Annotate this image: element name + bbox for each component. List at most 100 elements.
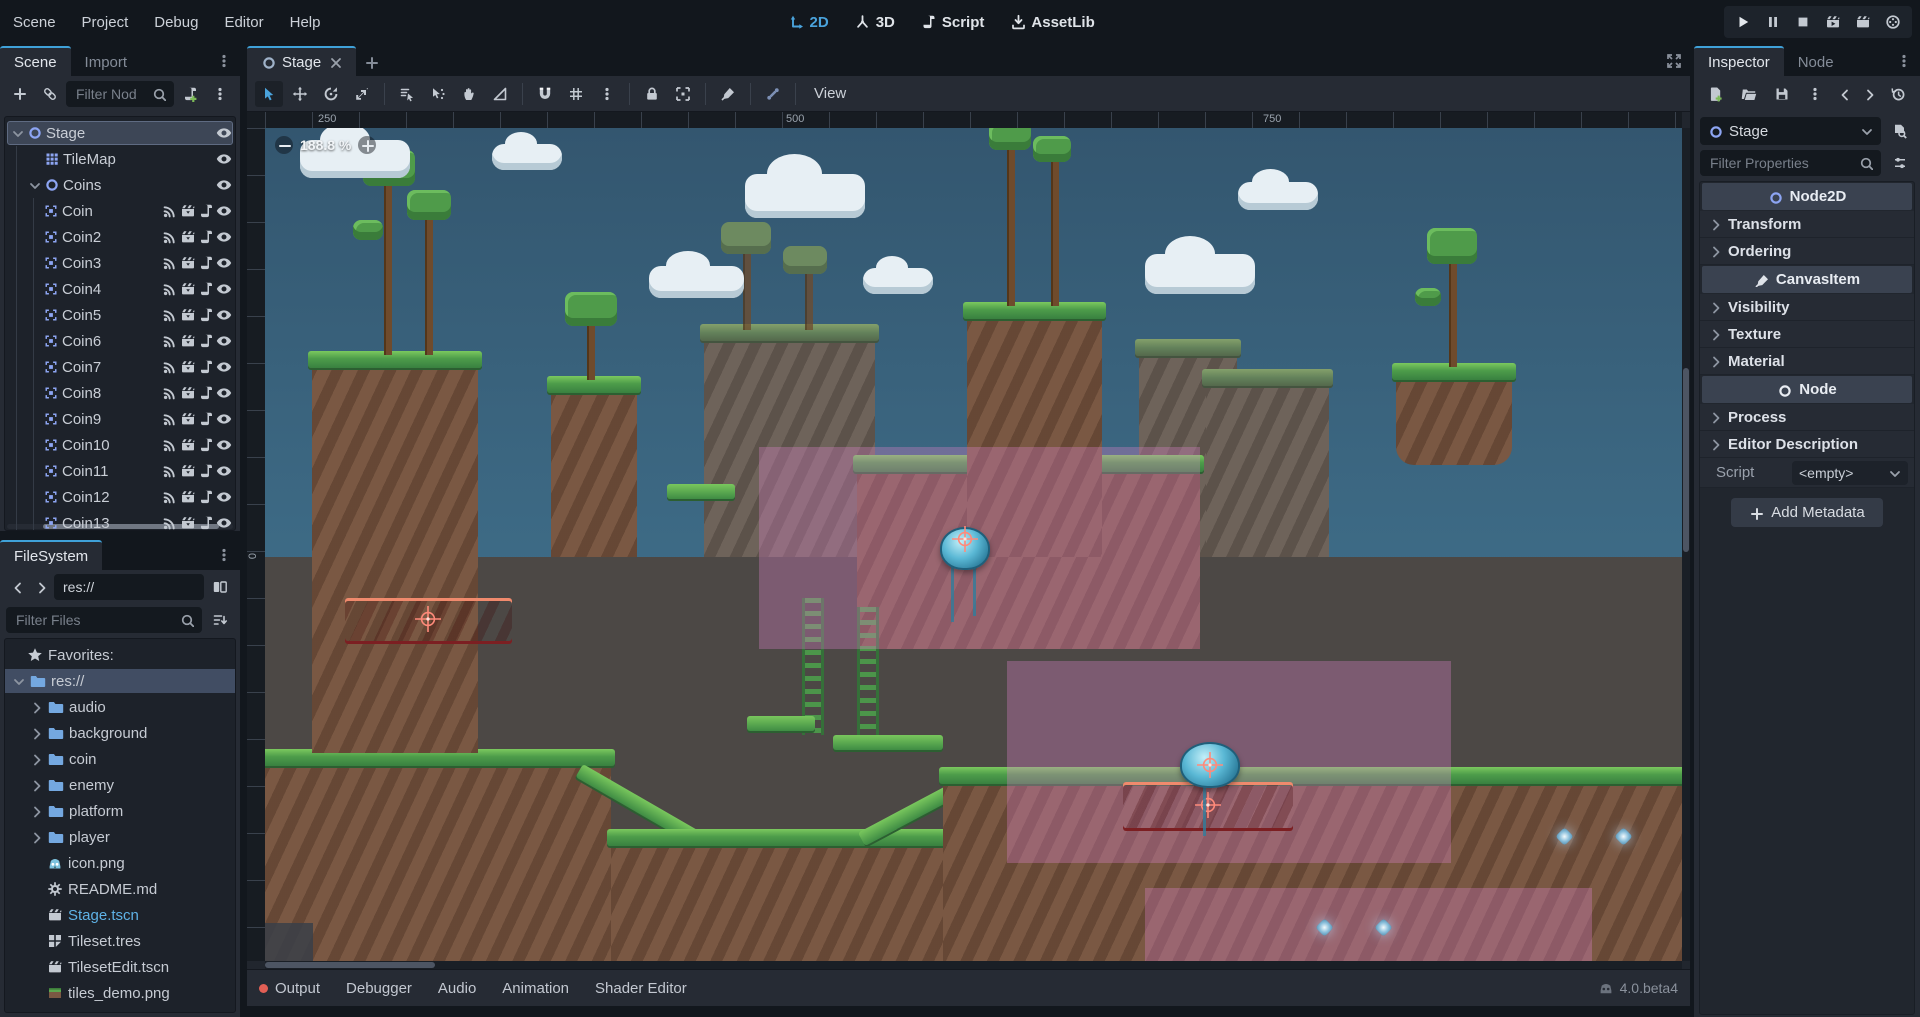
bottom-tab-debugger[interactable]: Debugger bbox=[346, 980, 412, 997]
expand-icon[interactable] bbox=[29, 778, 43, 792]
section-transform[interactable]: Transform bbox=[1700, 211, 1914, 238]
fs-row-file[interactable]: TilesetEdit.tscn bbox=[5, 954, 235, 980]
section-material[interactable]: Material bbox=[1700, 348, 1914, 375]
inspector-dock-menu[interactable] bbox=[1888, 46, 1920, 76]
fs-row-folder[interactable]: platform bbox=[5, 798, 235, 824]
fs-back-button[interactable] bbox=[6, 574, 28, 600]
workspace-2d[interactable]: 2D bbox=[789, 14, 829, 31]
fs-forward-button[interactable] bbox=[30, 574, 52, 600]
tab-scene[interactable]: Scene bbox=[0, 46, 71, 76]
add-metadata-button[interactable]: Add Metadata bbox=[1731, 498, 1882, 527]
signal-icon[interactable] bbox=[162, 307, 178, 323]
script-icon[interactable] bbox=[198, 385, 214, 401]
instanced-scene-icon[interactable] bbox=[180, 515, 196, 531]
collapse-icon[interactable] bbox=[11, 674, 25, 688]
filter-properties-input[interactable] bbox=[1708, 154, 1853, 172]
fs-row-file[interactable]: tiles_demo.png bbox=[5, 980, 235, 1006]
signal-icon[interactable] bbox=[162, 203, 178, 219]
signal-icon[interactable] bbox=[162, 489, 178, 505]
fs-row-folder[interactable]: coin bbox=[5, 746, 235, 772]
signal-icon[interactable] bbox=[162, 229, 178, 245]
script-icon[interactable] bbox=[198, 229, 214, 245]
tree-row-coin[interactable]: Coin10 bbox=[5, 432, 235, 458]
move-tool[interactable] bbox=[286, 81, 314, 107]
pan-tool[interactable] bbox=[455, 81, 483, 107]
attach-script-button[interactable] bbox=[176, 81, 204, 107]
bottom-tab-output[interactable]: Output bbox=[259, 980, 320, 997]
tree-row-coin[interactable]: Coin8 bbox=[5, 380, 235, 406]
zoom-out-button[interactable] bbox=[275, 136, 293, 154]
instance-scene-button[interactable] bbox=[36, 81, 64, 107]
script-icon[interactable] bbox=[198, 489, 214, 505]
section-process[interactable]: Process bbox=[1700, 404, 1914, 431]
visibility-eye-icon[interactable] bbox=[216, 255, 232, 271]
visibility-eye-icon[interactable] bbox=[216, 229, 232, 245]
instanced-scene-icon[interactable] bbox=[180, 385, 196, 401]
signal-icon[interactable] bbox=[162, 385, 178, 401]
script-icon[interactable] bbox=[198, 255, 214, 271]
signal-icon[interactable] bbox=[162, 411, 178, 427]
bottom-tab-animation[interactable]: Animation bbox=[502, 980, 569, 997]
add-node-button[interactable] bbox=[6, 81, 34, 107]
filter-nodes-field[interactable] bbox=[66, 81, 174, 107]
filter-files-field[interactable] bbox=[6, 607, 202, 633]
visibility-eye-icon[interactable] bbox=[216, 281, 232, 297]
visibility-eye-icon[interactable] bbox=[216, 385, 232, 401]
snap-options-kebab[interactable] bbox=[593, 81, 621, 107]
tree-row-tilemap[interactable]: TileMap bbox=[5, 146, 235, 172]
script-value-dropdown[interactable]: <empty> bbox=[1792, 461, 1908, 485]
instanced-scene-icon[interactable] bbox=[180, 463, 196, 479]
tree-row-coin[interactable]: Coin9 bbox=[5, 406, 235, 432]
script-icon[interactable] bbox=[198, 515, 214, 531]
group-button[interactable] bbox=[669, 81, 697, 107]
scale-tool[interactable] bbox=[348, 81, 376, 107]
node-selector[interactable]: Stage bbox=[1700, 117, 1881, 145]
tab-node[interactable]: Node bbox=[1784, 46, 1848, 76]
collapse-icon[interactable] bbox=[10, 126, 24, 140]
instanced-scene-icon[interactable] bbox=[180, 437, 196, 453]
visibility-eye-icon[interactable] bbox=[216, 489, 232, 505]
movie-mode-button[interactable] bbox=[1880, 10, 1906, 34]
script-icon[interactable] bbox=[198, 203, 214, 219]
instanced-scene-icon[interactable] bbox=[180, 333, 196, 349]
signal-icon[interactable] bbox=[162, 255, 178, 271]
menu-debug[interactable]: Debug bbox=[141, 14, 211, 31]
signal-icon[interactable] bbox=[162, 515, 178, 531]
fs-row-file[interactable]: icon.png bbox=[5, 850, 235, 876]
tab-filesystem[interactable]: FileSystem bbox=[0, 540, 102, 570]
ruler-tool[interactable] bbox=[486, 81, 514, 107]
visibility-eye-icon[interactable] bbox=[216, 177, 232, 193]
instanced-scene-icon[interactable] bbox=[180, 281, 196, 297]
fs-row-file[interactable]: Tileset.tres bbox=[5, 928, 235, 954]
viewport-hscrollbar[interactable] bbox=[265, 961, 1682, 969]
script-icon[interactable] bbox=[198, 333, 214, 349]
open-docs-button[interactable] bbox=[1886, 118, 1914, 144]
scene-dock-menu[interactable] bbox=[208, 46, 240, 76]
fs-row-folder[interactable]: background bbox=[5, 720, 235, 746]
expand-icon[interactable] bbox=[29, 700, 43, 714]
play-button[interactable] bbox=[1730, 10, 1756, 34]
instanced-scene-icon[interactable] bbox=[180, 203, 196, 219]
visibility-eye-icon[interactable] bbox=[216, 411, 232, 427]
script-icon[interactable] bbox=[198, 411, 214, 427]
expand-icon[interactable] bbox=[29, 752, 43, 766]
workspace-assetlib[interactable]: AssetLib bbox=[1010, 14, 1094, 31]
expand-icon[interactable] bbox=[29, 726, 43, 740]
script-icon[interactable] bbox=[198, 307, 214, 323]
workspace-script[interactable]: Script bbox=[921, 14, 985, 31]
viewport-vscrollbar[interactable] bbox=[1682, 128, 1690, 961]
tab-inspector[interactable]: Inspector bbox=[1694, 46, 1784, 76]
skeleton-button[interactable] bbox=[759, 81, 787, 107]
fs-row-folder[interactable]: audio bbox=[5, 694, 235, 720]
menu-help[interactable]: Help bbox=[277, 14, 334, 31]
visibility-eye-icon[interactable] bbox=[216, 151, 232, 167]
tree-row-coin[interactable]: Coin5 bbox=[5, 302, 235, 328]
filter-properties-field[interactable] bbox=[1700, 150, 1881, 176]
history-forward-button[interactable] bbox=[1860, 81, 1879, 107]
bottom-tab-audio[interactable]: Audio bbox=[438, 980, 476, 997]
filter-files-input[interactable] bbox=[14, 611, 174, 629]
tree-row-coin[interactable]: Coin7 bbox=[5, 354, 235, 380]
bottom-tab-shader-editor[interactable]: Shader Editor bbox=[595, 980, 687, 997]
play-scene-button[interactable] bbox=[1820, 10, 1846, 34]
tree-row-stage[interactable]: Stage bbox=[5, 120, 235, 146]
